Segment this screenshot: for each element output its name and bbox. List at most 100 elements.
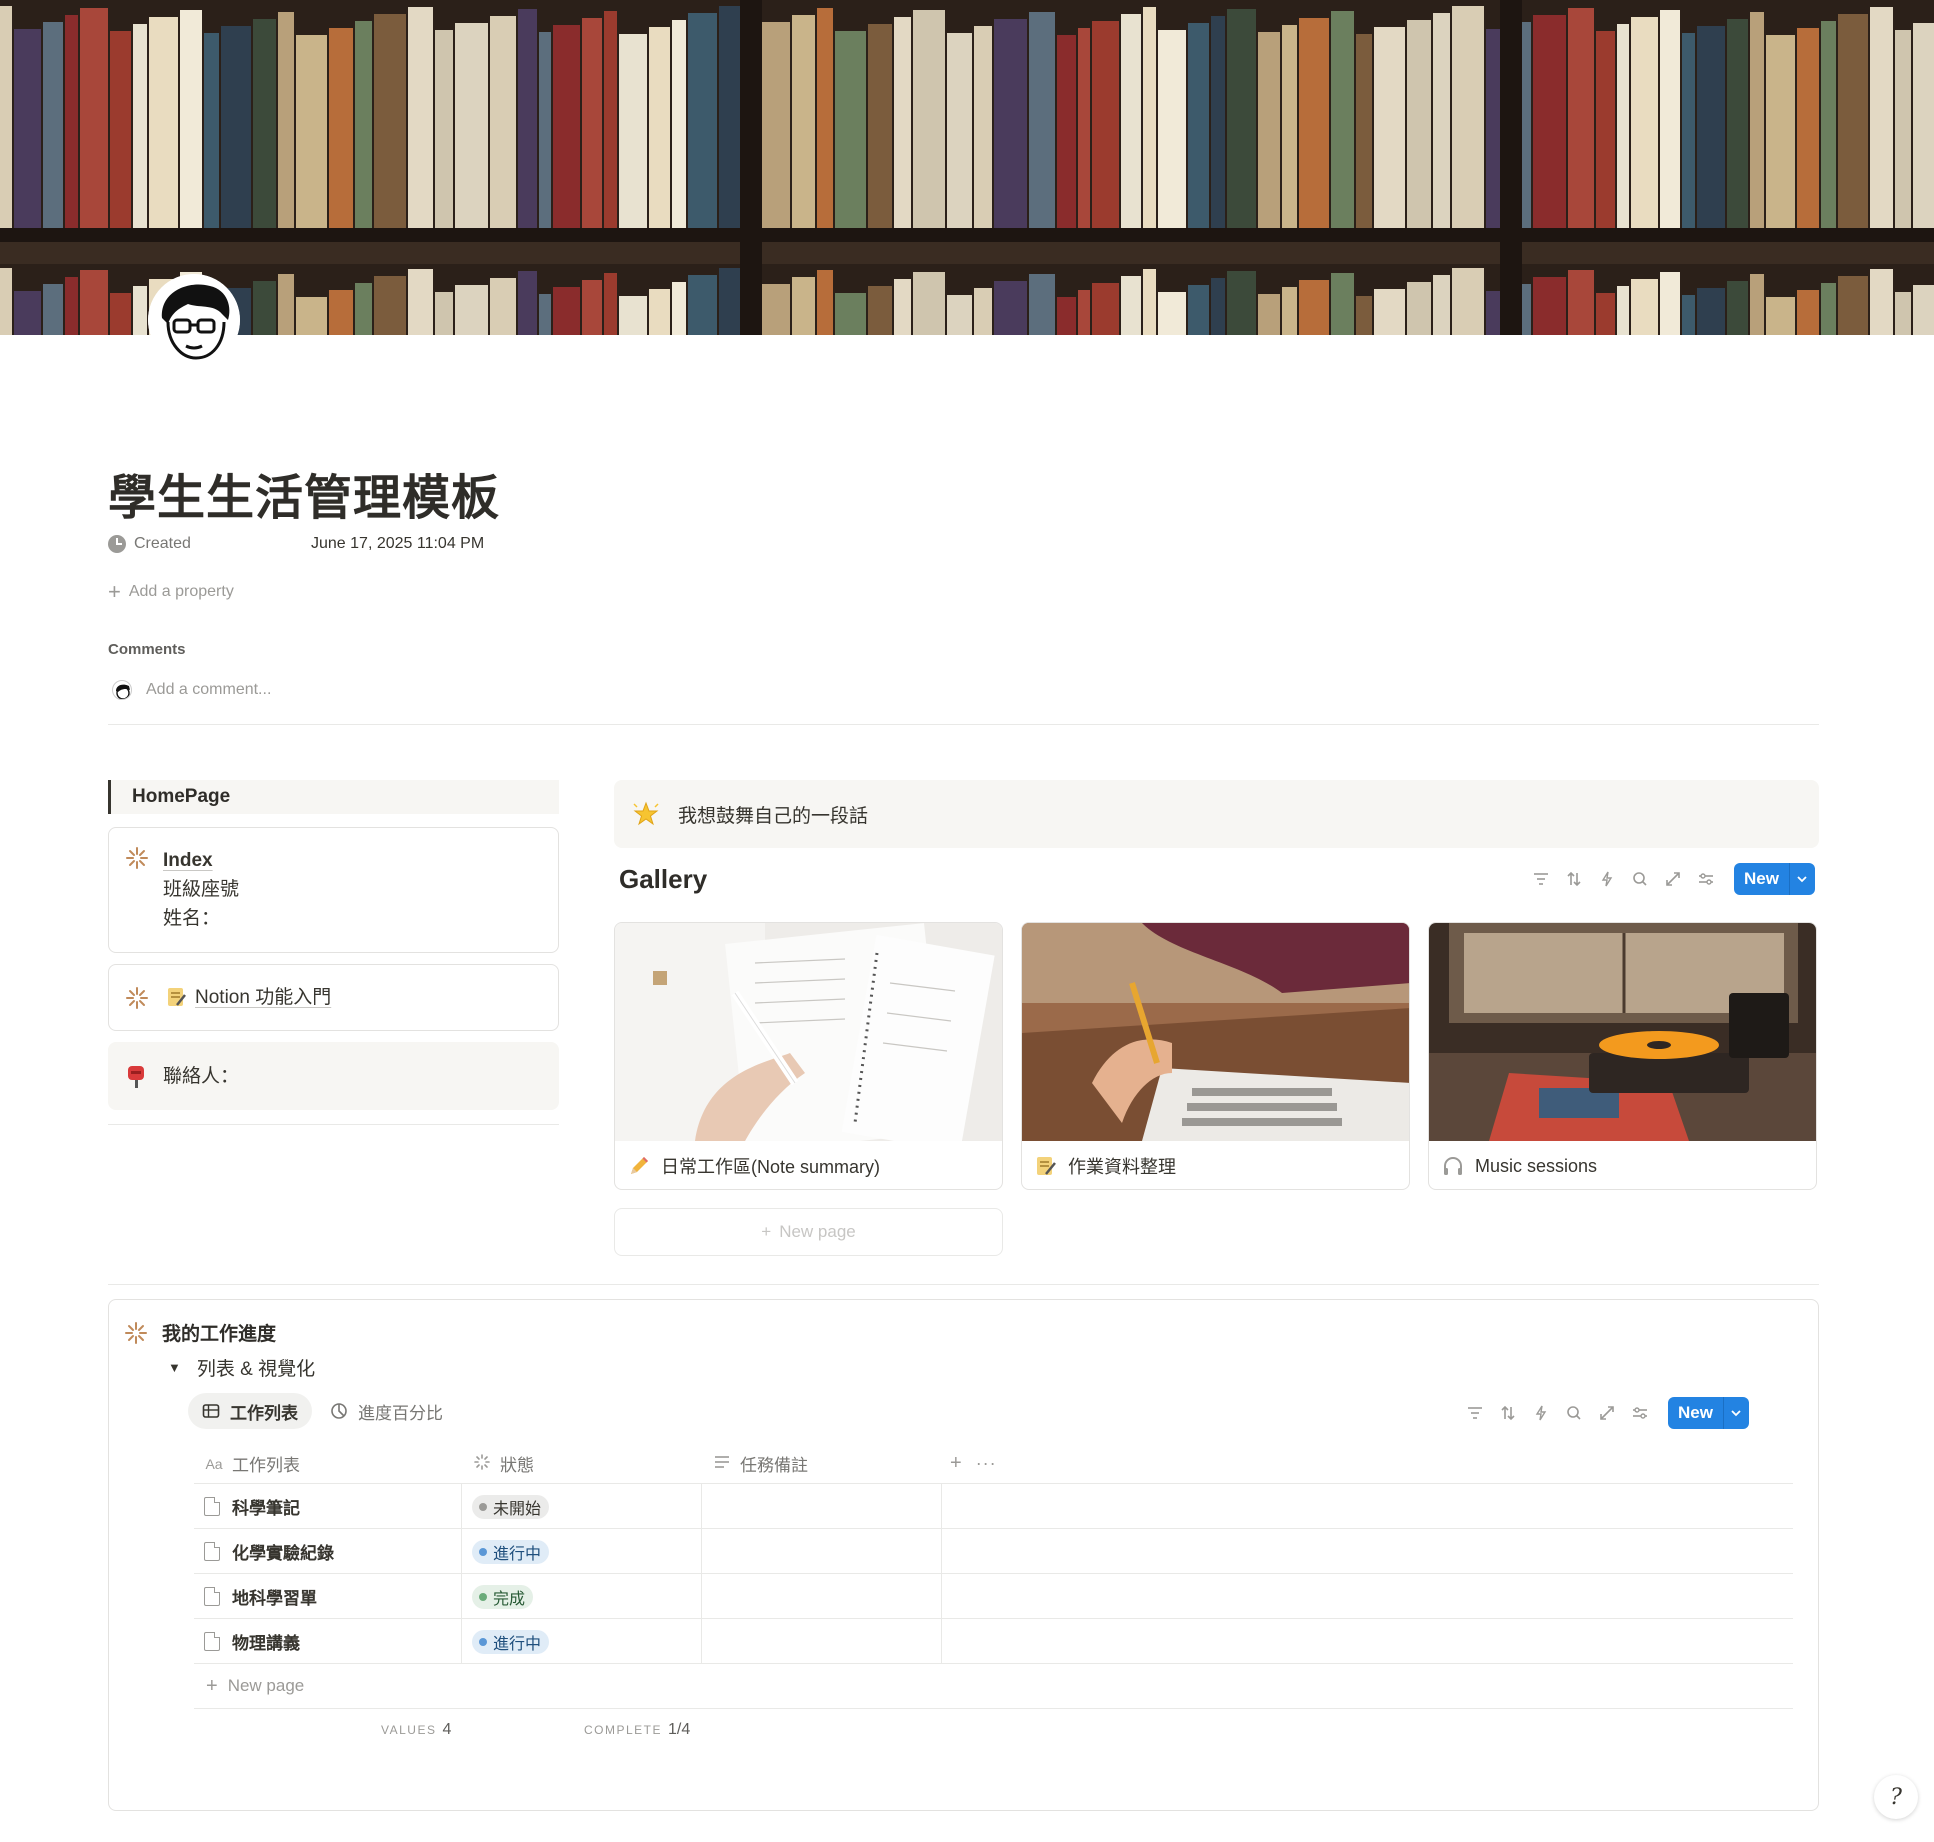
table-new-page-button[interactable]: + New page [194,1664,1793,1709]
gallery-new-page-button[interactable]: + New page [614,1208,1003,1256]
quote-callout[interactable]: 我想鼓舞自己的一段話 [614,780,1819,848]
cell-status[interactable]: 進行中 [462,1619,702,1664]
cell-empty [942,1574,1793,1619]
cell-empty [942,1484,1793,1529]
status-label: 未開始 [493,1500,542,1518]
table-row[interactable]: 化學實驗紀錄 進行中 [194,1529,1793,1574]
index-title[interactable]: Index [163,846,239,875]
chevron-down-icon[interactable] [1788,863,1815,895]
text-lines-icon [712,1455,732,1472]
expand-icon[interactable] [1596,1402,1618,1424]
search-icon[interactable] [1629,868,1651,890]
comments-label: Comments [108,641,186,658]
clock-icon [108,535,126,553]
automation-bolt-icon[interactable] [1530,1402,1552,1424]
tab-label: 工作列表 [230,1403,298,1423]
gallery-card[interactable]: 作業資料整理 [1021,922,1410,1190]
settings-sliders-icon[interactable] [1695,868,1717,890]
gallery-new-button[interactable]: New [1734,863,1815,895]
cell-name[interactable]: 科學筆記 [194,1484,462,1529]
new-page-label: New page [227,1676,305,1695]
new-page-label: New page [779,1222,856,1241]
gallery-card-title: Music sessions [1475,1155,1598,1176]
column-header-name[interactable]: Aa 工作列表 [194,1444,462,1484]
gallery-title[interactable]: Gallery [619,864,707,895]
cell-name[interactable]: 物理講義 [194,1619,462,1664]
calc-values-label: VALUES [381,1723,437,1737]
tab-progress-percent[interactable]: 進度百分比 [316,1393,457,1429]
section-divider [108,1284,1819,1285]
property-created-label[interactable]: Created [108,535,191,553]
tab-work-list[interactable]: 工作列表 [188,1393,312,1429]
chevron-down-icon[interactable] [1722,1397,1749,1429]
add-comment-input[interactable]: Add a comment... [112,680,271,700]
row-title: 物理講義 [232,1634,300,1653]
cell-notes[interactable] [702,1619,942,1664]
glowing-star-icon [633,801,659,826]
cell-name[interactable]: 地科學習單 [194,1574,462,1619]
cell-notes[interactable] [702,1574,942,1619]
new-button-label: New [1734,863,1789,895]
notion-intro-link[interactable]: Notion 功能入門 [195,983,331,1012]
toggle-list-visual[interactable]: ▼ 列表 & 視覺化 [168,1354,315,1381]
progress-title: 我的工作進度 [162,1324,277,1345]
sparkle-icon [125,1322,147,1344]
index-line: 班級座號 [163,879,240,900]
tab-label: 進度百分比 [358,1403,443,1423]
table-icon [202,1404,220,1418]
page-icon [204,1542,220,1561]
expand-icon[interactable] [1662,868,1684,890]
gallery-card[interactable]: Music sessions [1428,922,1817,1190]
more-options-icon[interactable]: ··· [962,1444,997,1484]
calc-values[interactable]: VALUES 4 [381,1721,451,1739]
filter-icon[interactable] [1530,868,1552,890]
gallery-card[interactable]: 日常工作區(Note summary) [614,922,1003,1190]
cell-status[interactable]: 完成 [462,1574,702,1619]
cell-empty [942,1529,1793,1574]
cell-notes[interactable] [702,1484,942,1529]
contact-text[interactable]: 聯絡人： [163,1062,239,1091]
callout-text: 我想鼓舞自己的一段話 [678,805,869,827]
cell-name[interactable]: 化學實驗紀錄 [194,1529,462,1574]
table-row[interactable]: 地科學習單 完成 [194,1574,1793,1619]
gallery-card-cover [615,923,1002,1141]
column-header-label: 狀態 [500,1456,534,1475]
notion-intro-card[interactable]: Notion 功能入門 [108,964,559,1031]
toggle-triangle-icon[interactable]: ▼ [168,1360,181,1375]
table-header: Aa 工作列表 狀態 任務備註 + ··· [194,1444,1793,1484]
help-button[interactable]: ? [1874,1775,1918,1819]
cell-notes[interactable] [702,1529,942,1574]
search-icon[interactable] [1563,1402,1585,1424]
page-icon [204,1497,220,1516]
table-row[interactable]: 科學筆記 未開始 [194,1484,1793,1529]
work-table: Aa 工作列表 狀態 任務備註 + ··· 科學筆記 未開始化學實驗紀錄 進行中 地科… [194,1444,1793,1709]
left-divider [108,1124,559,1125]
view-tabs: 工作列表 進度百分比 [188,1393,461,1429]
table-row[interactable]: 物理講義 進行中 [194,1619,1793,1664]
filter-icon[interactable] [1464,1402,1486,1424]
calc-complete[interactable]: COMPLETE 1/4 [584,1721,690,1739]
gallery-toolbar: New [1530,863,1815,895]
automation-bolt-icon[interactable] [1596,868,1618,890]
status-label: 完成 [493,1590,526,1608]
add-column-button[interactable]: + [942,1444,962,1484]
property-created-value: June 17, 2025 11:04 PM [311,535,485,552]
table-new-button[interactable]: New [1668,1397,1749,1429]
sort-icon[interactable] [1497,1402,1519,1424]
column-header-status[interactable]: 狀態 [462,1444,702,1484]
page-icon-avatar[interactable] [148,274,240,366]
cover-image [0,0,1934,335]
gallery-card-cover [1022,923,1409,1141]
cell-status[interactable]: 進行中 [462,1529,702,1574]
index-card[interactable]: Index 班級座號 姓名： [108,827,559,953]
column-header-notes[interactable]: 任務備註 [702,1444,942,1484]
sort-icon[interactable] [1563,868,1585,890]
status-dot [479,1637,487,1646]
status-dot [479,1547,487,1556]
page-title[interactable]: 學生生活管理模板 [108,458,500,528]
cell-status[interactable]: 未開始 [462,1484,702,1529]
add-property-button[interactable]: + Add a property [108,581,234,603]
status-badge: 未開始 [472,1494,550,1519]
settings-sliders-icon[interactable] [1629,1402,1651,1424]
add-property-label: Add a property [128,583,234,600]
